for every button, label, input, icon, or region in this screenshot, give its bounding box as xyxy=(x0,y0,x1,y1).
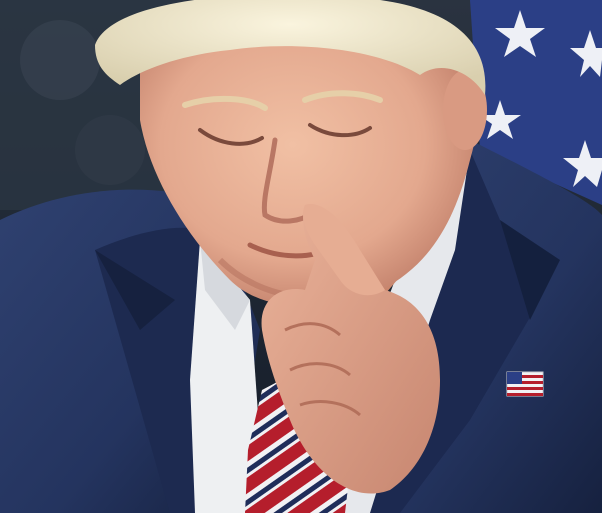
flag-lapel-pin xyxy=(506,371,544,397)
photo xyxy=(0,0,602,513)
